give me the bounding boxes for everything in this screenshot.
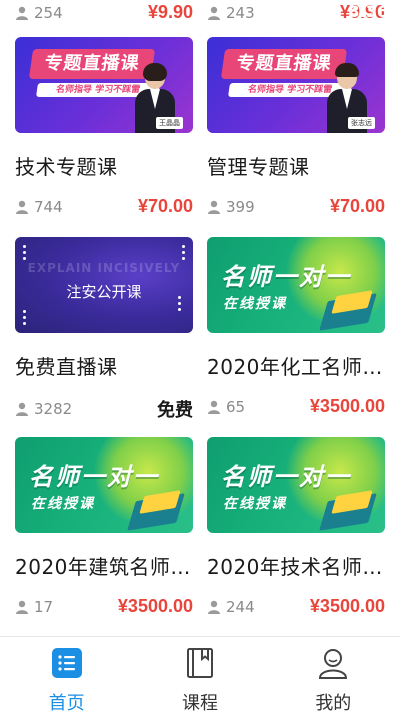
wifi-icon xyxy=(278,4,299,19)
course-meta: 744 ¥70.00 xyxy=(15,196,193,217)
person-icon xyxy=(208,400,220,414)
thumbnail-banner: 注安公开课 xyxy=(66,283,142,301)
view-count: 17 xyxy=(15,598,53,616)
view-count: 65 xyxy=(207,398,245,416)
price: ¥3500.00 xyxy=(309,396,385,416)
view-count-value: 3282 xyxy=(34,400,73,418)
price: ¥70.00 xyxy=(137,196,193,216)
nav-label: 首页 xyxy=(48,693,85,714)
course-title: 2020年技术名师一对一 xyxy=(207,555,385,579)
decor-dots xyxy=(23,245,26,260)
presenter-name: 王晶晶 xyxy=(156,117,183,129)
nav-item-courses[interactable]: 课程 xyxy=(133,637,266,720)
course-title: 2020年建筑名师一对一 xyxy=(15,555,193,579)
course-thumbnail[interactable]: 名师一对一 在线授课 xyxy=(207,237,385,333)
status-bar: 8:36 xyxy=(0,0,400,24)
no-sim-icon xyxy=(306,3,321,20)
status-time: 8:36 xyxy=(348,2,388,21)
battery-charging-icon xyxy=(328,2,340,21)
thumbnail-subtitle: 在线授课 xyxy=(31,496,95,512)
course-title: 2020年化工名师一对一 xyxy=(207,355,385,379)
person-icon xyxy=(16,200,28,214)
nav-label: 课程 xyxy=(181,693,218,714)
course-thumbnail[interactable]: 专题直播课 名师指导 学习不踩雷 张志远 xyxy=(207,37,385,133)
thumbnail-subtitle: 在线授课 xyxy=(223,296,287,312)
view-count-value: 399 xyxy=(226,197,255,216)
course-card[interactable]: 名师一对一 在线授课 2020年化工名师一对一 65 ¥3500.00 xyxy=(207,237,385,417)
course-feed[interactable]: 254 ¥9.90 243 ¥9.90 专题直播课 名师指导 学习不踩雷 王晶晶… xyxy=(0,0,400,636)
view-count-value: 244 xyxy=(226,597,255,616)
nav-label: 我的 xyxy=(315,693,352,714)
thumbnail-banner: 名师一对一 xyxy=(221,263,351,291)
course-card[interactable]: 名师一对一 在线授课 2020年建筑名师一对一 17 ¥3500.00 xyxy=(15,437,193,617)
view-count-value: 744 xyxy=(34,197,63,216)
price: ¥3500.00 xyxy=(117,596,193,616)
thumbnail-banner: 名师一对一 xyxy=(29,463,159,491)
user-icon xyxy=(317,647,349,679)
course-card[interactable]: EXPLAIN INCISIVELY 注安公开课 免费直播课 3282 免费 xyxy=(15,237,193,422)
course-thumbnail[interactable]: 名师一对一 在线授课 xyxy=(207,437,385,533)
home-list-icon xyxy=(51,647,83,679)
course-meta: 244 ¥3500.00 xyxy=(207,596,385,617)
person-icon xyxy=(16,600,28,614)
thumbnail-subtitle: 在线授课 xyxy=(223,496,287,512)
decor-dots xyxy=(23,310,26,325)
status-icons: 8:36 xyxy=(278,2,388,21)
thumbnail-banner: 名师一对一 xyxy=(221,463,351,491)
course-title: 免费直播课 xyxy=(15,355,118,379)
course-title: 技术专题课 xyxy=(15,155,118,179)
person-icon xyxy=(208,200,220,214)
course-card[interactable]: 名师一对一 在线授课 2020年技术名师一对一 244 ¥3500.00 xyxy=(207,437,385,617)
course-meta: 65 ¥3500.00 xyxy=(207,396,385,417)
nav-item-home[interactable]: 首页 xyxy=(0,637,133,720)
course-thumbnail[interactable]: 专题直播课 名师指导 学习不踩雷 王晶晶 xyxy=(15,37,193,133)
course-card[interactable]: 专题直播课 名师指导 学习不踩雷 张志远 管理专题课 399 ¥70.00 xyxy=(207,37,385,217)
bottom-nav: 首页 课程 我的 xyxy=(0,636,400,720)
course-meta: 399 ¥70.00 xyxy=(207,196,385,217)
person-icon xyxy=(208,600,220,614)
view-count-value: 65 xyxy=(226,397,246,416)
view-count: 3282 xyxy=(15,400,72,418)
view-count-value: 17 xyxy=(34,597,54,616)
decor-dots xyxy=(178,296,181,311)
course-thumbnail[interactable]: EXPLAIN INCISIVELY 注安公开课 xyxy=(15,237,193,333)
nav-item-profile[interactable]: 我的 xyxy=(267,637,400,720)
view-count: 399 xyxy=(207,198,255,216)
course-thumbnail[interactable]: 名师一对一 在线授课 xyxy=(15,437,193,533)
price: 免费 xyxy=(157,400,193,420)
view-count: 744 xyxy=(15,198,63,216)
decor-dots xyxy=(182,245,185,260)
price: ¥3500.00 xyxy=(309,596,385,616)
course-meta: 17 ¥3500.00 xyxy=(15,596,193,617)
thumbnail-watermark: EXPLAIN INCISIVELY xyxy=(27,261,181,275)
course-meta: 3282 免费 xyxy=(15,396,193,422)
price: ¥70.00 xyxy=(329,196,385,216)
presenter-name: 张志远 xyxy=(348,117,375,129)
course-title: 管理专题课 xyxy=(207,155,310,179)
course-card[interactable]: 专题直播课 名师指导 学习不踩雷 王晶晶 技术专题课 744 ¥70.00 xyxy=(15,37,193,217)
view-count: 244 xyxy=(207,598,255,616)
book-icon xyxy=(184,647,216,679)
person-icon xyxy=(16,402,28,416)
